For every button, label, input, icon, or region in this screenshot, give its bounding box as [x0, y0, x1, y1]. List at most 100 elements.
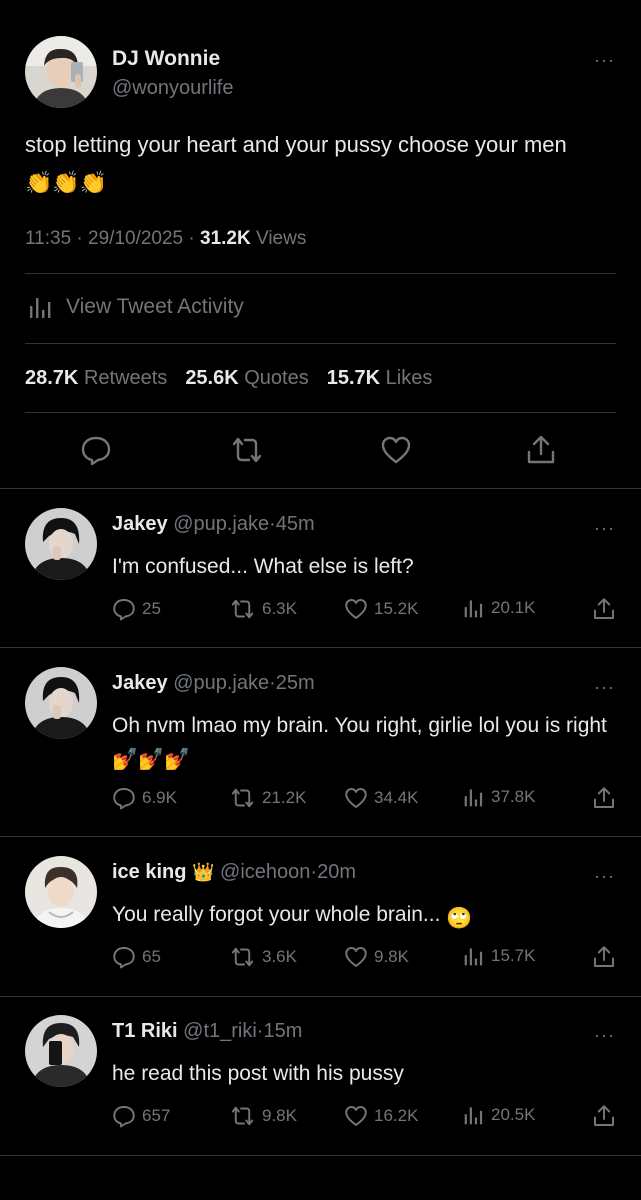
like-count: 16.2K — [374, 1106, 419, 1125]
share-button[interactable] — [592, 786, 616, 810]
views-label: Views — [256, 228, 307, 249]
reply-author-handle[interactable]: @pup.jake — [173, 513, 269, 535]
reply-author-name[interactable]: Jakey — [112, 672, 168, 694]
nail-polish-emoji: 💅💅💅 — [112, 748, 191, 771]
like-button[interactable]: 34.4K — [344, 786, 418, 810]
reply-count: 6.9K — [142, 788, 177, 807]
share-button[interactable] — [525, 434, 557, 471]
share-button[interactable] — [592, 1104, 616, 1128]
reply-avatar[interactable] — [25, 856, 97, 928]
retweet-button[interactable]: 21.2K — [229, 786, 306, 810]
reply-tweet[interactable]: Jakey @pup.jake·25m ··· Oh nvm lmao my b… — [0, 667, 641, 837]
views-button[interactable]: 20.5K — [463, 1104, 535, 1126]
reply-time: 25m — [275, 672, 315, 694]
reply-time: 45m — [275, 513, 315, 535]
meta-sep: · — [269, 513, 276, 535]
share-icon — [594, 787, 614, 808]
views-count: 31.2K — [200, 228, 251, 249]
retweet-button[interactable]: 3.6K — [229, 945, 297, 969]
quotes-label: Quotes — [244, 367, 309, 389]
retweet-button[interactable]: 9.8K — [229, 1104, 297, 1128]
tweet-time: 11:35 — [25, 228, 72, 249]
divider — [0, 996, 641, 997]
retweets-count: 28.7K — [25, 367, 79, 389]
reply-header: ice king 👑 @icehoon·20m — [112, 861, 356, 884]
reply-author-handle[interactable]: @icehoon — [220, 861, 310, 883]
reply-tweet[interactable]: Jakey @pup.jake·45m ··· I'm confused... … — [0, 508, 641, 648]
engagement-stats: 28.7K Retweets 25.6K Quotes 15.7K Likes — [25, 367, 432, 390]
bar-chart-icon — [30, 298, 51, 318]
reply-author-handle[interactable]: @t1_riki — [183, 1020, 257, 1042]
share-icon — [527, 435, 555, 464]
author-name[interactable]: DJ Wonnie — [112, 47, 220, 71]
views-button[interactable]: 15.7K — [463, 945, 535, 967]
more-options-icon[interactable]: ··· — [594, 1026, 615, 1044]
author-avatar[interactable] — [25, 36, 97, 108]
retweet-count: 21.2K — [262, 788, 307, 807]
reply-button[interactable] — [80, 434, 112, 471]
divider — [25, 343, 616, 344]
divider — [25, 412, 616, 413]
like-count: 34.4K — [374, 788, 419, 807]
like-button[interactable]: 15.2K — [344, 597, 418, 621]
share-button[interactable] — [592, 945, 616, 969]
reply-text-body: You really forgot your whole brain... — [112, 903, 441, 926]
reply-header: Jakey @pup.jake·25m — [112, 672, 315, 695]
reply-actions: 6.9K 21.2K 34.4K 37.8K — [0, 786, 641, 814]
reply-icon — [81, 436, 111, 466]
more-options-icon[interactable]: ··· — [594, 867, 615, 885]
reply-button[interactable]: 6.9K — [112, 786, 177, 810]
reply-count: 657 — [142, 1106, 171, 1125]
tweet-date: 29/10/2025 — [88, 228, 184, 249]
heart-icon — [345, 1106, 367, 1126]
reply-author-name[interactable]: Jakey — [112, 513, 168, 535]
more-options-icon[interactable]: ··· — [594, 678, 615, 696]
likes-label: Likes — [385, 367, 433, 389]
view-tweet-activity-label: View Tweet Activity — [66, 295, 244, 318]
quotes-stat[interactable]: 25.6K Quotes — [185, 367, 308, 390]
reply-button[interactable]: 25 — [112, 597, 161, 621]
view-tweet-activity-button[interactable]: View Tweet Activity — [28, 294, 244, 320]
retweet-icon — [232, 437, 262, 463]
reply-button[interactable]: 657 — [112, 1104, 170, 1128]
reply-tweet[interactable]: ice king 👑 @icehoon·20m ··· You really f… — [0, 856, 641, 997]
reply-icon — [113, 1106, 135, 1128]
retweet-button[interactable]: 6.3K — [229, 597, 297, 621]
tweet-text: stop letting your heart and your pussy c… — [25, 128, 615, 200]
views-count: 20.5K — [491, 1105, 536, 1124]
bar-chart-icon — [464, 948, 483, 966]
reply-header: Jakey @pup.jake·45m — [112, 513, 315, 536]
reply-avatar[interactable] — [25, 508, 97, 580]
heart-icon — [345, 788, 367, 808]
like-button[interactable]: 16.2K — [344, 1104, 418, 1128]
reply-author-handle[interactable]: @pup.jake — [173, 672, 269, 694]
like-button[interactable]: 9.8K — [344, 945, 409, 969]
retweet-button[interactable] — [229, 434, 265, 471]
reply-tweet[interactable]: T1 Riki @t1_riki·15m ··· he read this po… — [0, 1015, 641, 1156]
views-button[interactable]: 37.8K — [463, 786, 535, 808]
reply-avatar[interactable] — [25, 667, 97, 739]
meta-sep: · — [269, 672, 276, 694]
retweet-icon — [231, 947, 254, 967]
bar-chart-icon — [464, 600, 483, 618]
likes-stat[interactable]: 15.7K Likes — [327, 367, 433, 390]
like-button[interactable] — [380, 434, 412, 471]
reply-author-name[interactable]: T1 Riki — [112, 1020, 178, 1042]
author-handle[interactable]: @wonyourlife — [112, 77, 233, 100]
likes-count: 15.7K — [326, 367, 381, 389]
more-options-icon[interactable]: ··· — [594, 51, 615, 69]
share-button[interactable] — [592, 597, 616, 621]
reply-avatar[interactable] — [25, 1015, 97, 1087]
reply-button[interactable]: 65 — [112, 945, 161, 969]
reply-time: 15m — [263, 1020, 303, 1042]
reply-icon — [113, 599, 135, 621]
heart-icon — [345, 947, 367, 967]
views-count: 20.1K — [491, 598, 536, 617]
divider — [0, 1155, 641, 1156]
tweet-meta: 11:35 · 29/10/2025 · 31.2K Views — [25, 228, 306, 250]
views-button[interactable]: 20.1K — [463, 597, 535, 619]
reply-author-name[interactable]: ice king — [112, 861, 186, 883]
retweets-stat[interactable]: 28.7K Retweets — [25, 367, 167, 390]
more-options-icon[interactable]: ··· — [594, 519, 615, 537]
divider — [0, 836, 641, 837]
